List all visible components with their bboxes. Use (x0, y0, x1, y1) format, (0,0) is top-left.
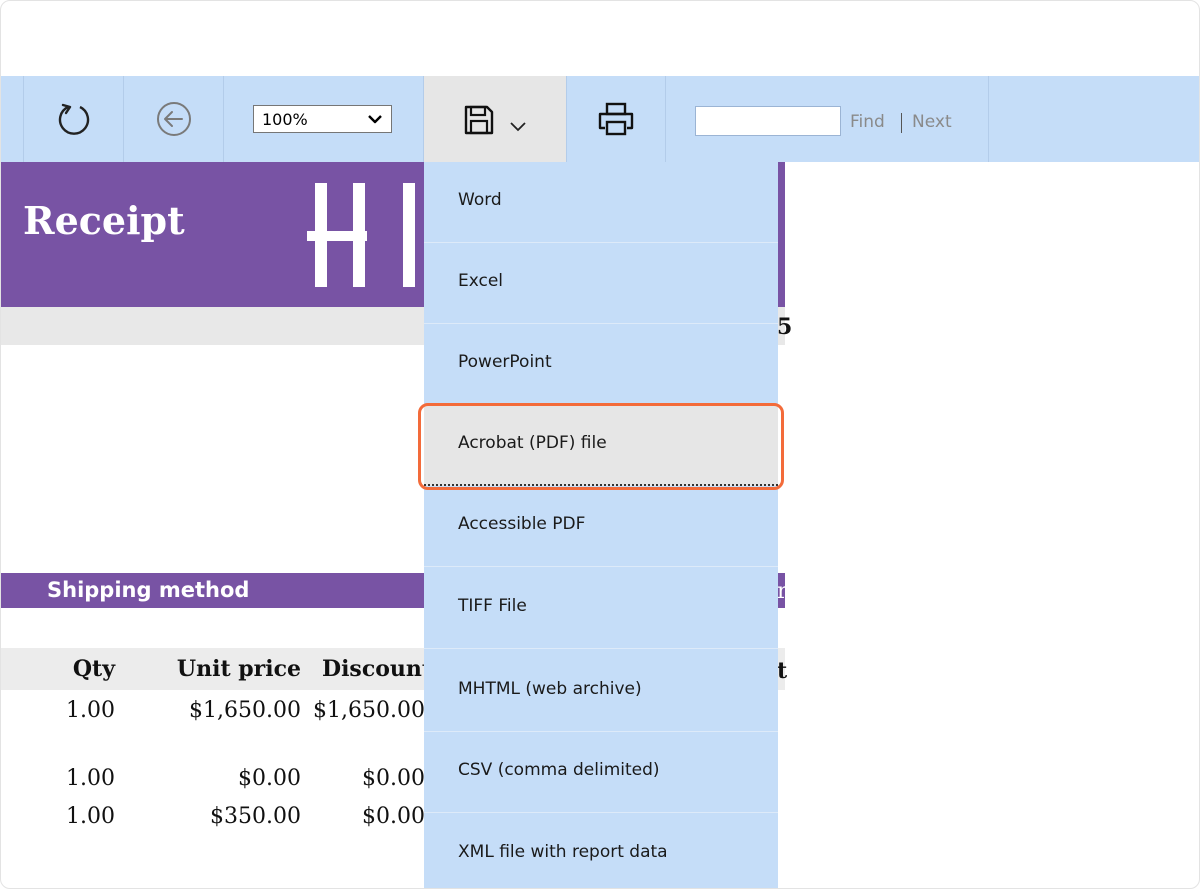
clipped-text-fragment: r (777, 579, 788, 604)
menu-item-label: Word (458, 190, 502, 210)
refresh-icon (58, 103, 89, 135)
chevron-down-icon (368, 115, 382, 124)
column-header-unit-price: Unit price (176, 656, 301, 682)
menu-item-label: Excel (458, 271, 504, 291)
menu-item-tiff[interactable]: TIFF File (424, 568, 778, 649)
column-header-qty: Qty (72, 656, 115, 682)
find-button[interactable]: Find (850, 112, 885, 132)
menu-item-label: PowerPoint (458, 352, 552, 372)
cell-discount: $1,650.00 (313, 698, 425, 723)
report-viewer-window: 100% Find Next Receipt 5 Shipping method… (0, 0, 1200, 889)
menu-item-word[interactable]: Word (424, 162, 778, 243)
back-button[interactable] (124, 76, 223, 162)
next-button[interactable]: Next (912, 112, 952, 132)
shipping-method-heading: Shipping method (47, 578, 250, 602)
zoom-select[interactable]: 100% (253, 105, 392, 133)
column-header-discount: Discount (322, 656, 433, 682)
menu-item-mhtml[interactable]: MHTML (web archive) (424, 651, 778, 732)
menu-item-xml[interactable]: XML file with report data (424, 814, 778, 888)
zoom-value: 100% (262, 109, 308, 129)
save-disk-icon (464, 105, 494, 135)
back-arrow-icon (156, 102, 191, 136)
menu-item-excel[interactable]: Excel (424, 243, 778, 324)
cell-unit-price: $1,650.00 (189, 698, 301, 723)
cell-discount: $0.00 (362, 766, 425, 791)
refresh-button[interactable] (24, 76, 123, 162)
menu-item-label: Accessible PDF (458, 514, 586, 534)
menu-item-label: XML file with report data (458, 842, 668, 862)
print-button[interactable] (567, 76, 665, 162)
toolbar-divider (665, 76, 666, 162)
export-button[interactable] (424, 76, 566, 162)
chevron-down-icon (510, 122, 526, 132)
selection-highlight-outline (418, 403, 784, 490)
clipped-text-fragment: 5 (777, 314, 793, 340)
find-input[interactable] (695, 106, 841, 136)
find-separator (901, 113, 902, 133)
cell-qty: 1.00 (66, 804, 115, 829)
toolbar-divider (988, 76, 989, 162)
company-logo (307, 183, 415, 287)
cell-unit-price: $0.00 (238, 766, 301, 791)
cell-qty: 1.00 (66, 766, 115, 791)
cell-unit-price: $350.00 (210, 804, 301, 829)
menu-item-label: CSV (comma delimited) (458, 760, 660, 780)
menu-item-csv[interactable]: CSV (comma delimited) (424, 732, 778, 813)
export-format-menu: Word Excel PowerPoint Acrobat (PDF) file… (424, 162, 778, 888)
cell-qty: 1.00 (66, 698, 115, 723)
toolbar-divider (223, 76, 224, 162)
cell-discount: $0.00 (362, 804, 425, 829)
printer-icon (598, 102, 634, 136)
menu-item-powerpoint[interactable]: PowerPoint (424, 324, 778, 405)
clipped-text-fragment: t (777, 658, 788, 684)
menu-item-label: MHTML (web archive) (458, 679, 642, 699)
menu-item-accessible-pdf[interactable]: Accessible PDF (424, 486, 778, 567)
report-title: Receipt (23, 198, 185, 243)
menu-item-label: TIFF File (458, 596, 527, 616)
